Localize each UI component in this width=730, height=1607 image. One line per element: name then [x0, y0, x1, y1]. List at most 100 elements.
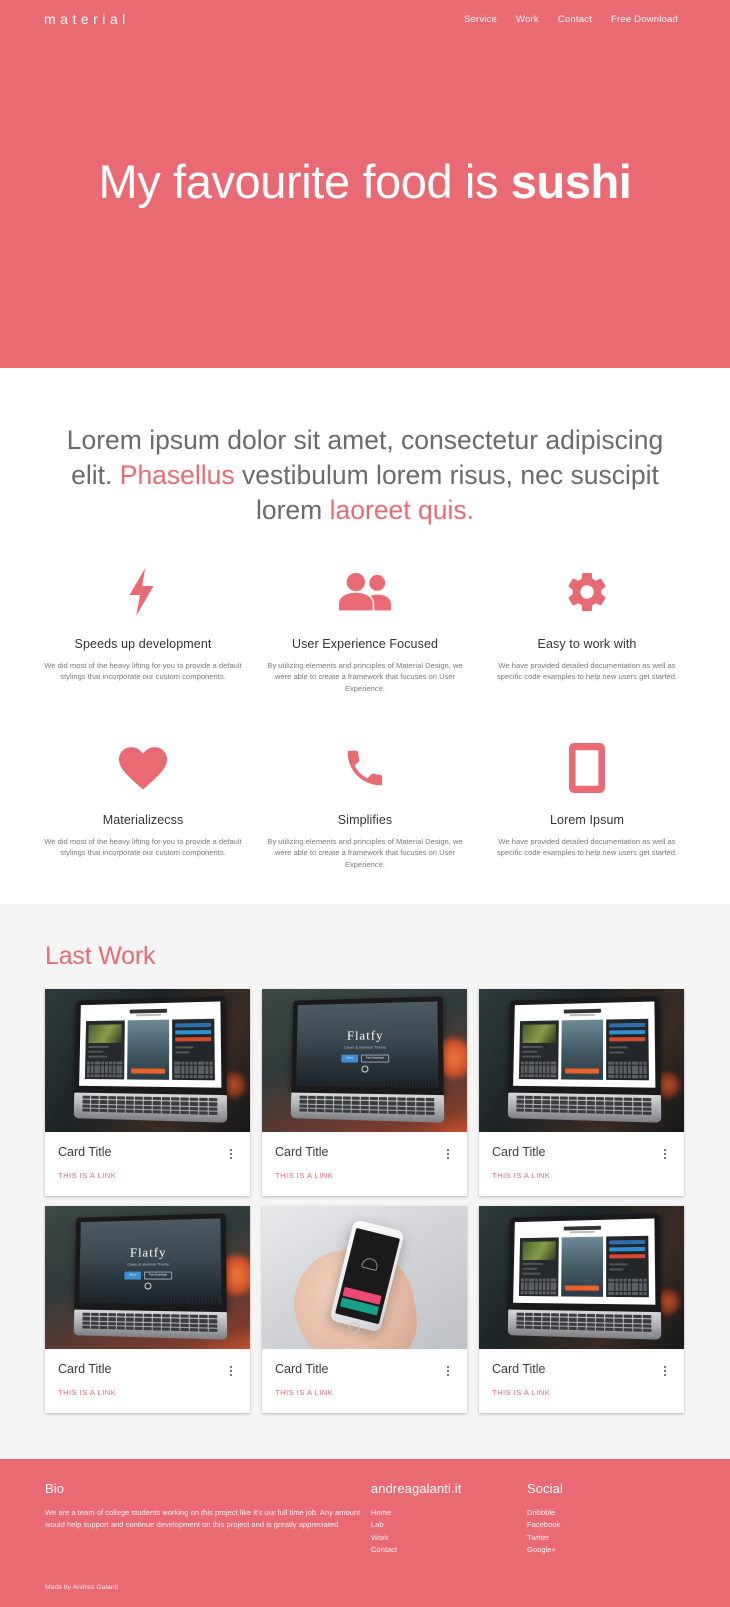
mock-columns: [518, 1018, 649, 1080]
skyline-silhouette: [385, 1079, 434, 1088]
card-content: Card Title THIS IS A LINK: [262, 1132, 467, 1196]
work-card[interactable]: Flatfy Clean & minimal Theme Demo Free D…: [45, 1206, 250, 1414]
work-card[interactable]: Card Title THIS IS A LINK: [45, 989, 250, 1197]
laptop-screen: [512, 1001, 655, 1088]
laptop-lid: Flatfy Clean & minimal Theme Demo Free D…: [73, 1212, 227, 1312]
feature-description: We have provided detailed documentation …: [496, 660, 678, 682]
heart-icon: [117, 742, 169, 794]
mock-button: [608, 1239, 645, 1245]
footer-link-home[interactable]: Home: [371, 1507, 527, 1519]
mock-title-bar: [563, 1008, 601, 1014]
features-section: Speeds up development We did most of the…: [0, 527, 730, 905]
flatfy-subtitle: Clean & minimal Theme: [343, 1044, 386, 1049]
card-title-row: Card Title: [492, 1145, 671, 1162]
nav-link-service[interactable]: Service: [464, 14, 497, 25]
footer-link-dribbble[interactable]: Dribbble: [527, 1507, 685, 1519]
work-card[interactable]: Flatfy Clean & minimal Theme Demo Free D…: [262, 989, 467, 1197]
mock-title-bar: [563, 1225, 601, 1231]
feature-row-1: Speeds up development We did most of the…: [36, 566, 694, 695]
nav-link-contact[interactable]: Contact: [558, 14, 592, 25]
card-title-row: Card Title: [58, 1145, 237, 1162]
footer-link-work[interactable]: Work: [371, 1532, 527, 1544]
mock-button: [174, 1022, 211, 1028]
card-link[interactable]: THIS IS A LINK: [58, 1171, 116, 1180]
feature-speeds-up-development: Speeds up development We did most of the…: [36, 566, 250, 695]
flatfy-demo-button: Demo: [124, 1270, 141, 1279]
more-vert-icon[interactable]: [225, 1146, 237, 1162]
screenapp-mockup: [512, 1001, 655, 1088]
mock-subtitle-bar: [135, 1013, 161, 1016]
card-link[interactable]: THIS IS A LINK: [58, 1388, 116, 1397]
feature-description: We did most of the heavy lifting for you…: [44, 836, 242, 858]
more-vert-icon[interactable]: [225, 1363, 237, 1379]
flatfy-buttons: Demo Free Download: [341, 1053, 389, 1062]
mock-column-2: [560, 1019, 603, 1080]
laptop-flatfy-artwork: Flatfy Clean & minimal Theme Demo Free D…: [262, 989, 467, 1133]
laptop-keyboard: [298, 1095, 434, 1115]
laptop-illustration: [507, 1212, 661, 1340]
mock-thumbnail: [87, 1023, 122, 1043]
card-image: [262, 1206, 467, 1350]
mock-line: [521, 1262, 543, 1265]
hero-title: My favourite food is sushi: [99, 156, 632, 208]
card-title-row: Card Title: [275, 1362, 454, 1379]
card-link[interactable]: THIS IS A LINK: [492, 1388, 550, 1397]
work-card-grid: Card Title THIS IS A LINK Flatfy Clean &…: [45, 989, 685, 1414]
card-link[interactable]: THIS IS A LINK: [492, 1171, 550, 1180]
feature-description: We did most of the heavy lifting for you…: [44, 660, 242, 682]
footer-link-contact[interactable]: Contact: [371, 1544, 527, 1556]
mock-column-1: [518, 1019, 559, 1079]
more-vert-icon[interactable]: [442, 1146, 454, 1162]
mock-line: [521, 1267, 537, 1269]
laptop-keyboard: [81, 1095, 217, 1115]
more-vert-icon[interactable]: [442, 1363, 454, 1379]
nav-link-work[interactable]: Work: [516, 14, 539, 25]
nav-link-free-download[interactable]: Free Download: [611, 14, 678, 25]
feature-user-experience-focused: User Experience Focused By utilizing ele…: [258, 566, 472, 695]
feature-description: By utilizing elements and principles of …: [267, 660, 463, 693]
laptop-keyboard: [515, 1095, 651, 1115]
mock-line: [87, 1050, 103, 1052]
footer-column-site: andreagalanti.it Home Lab Work Contact: [371, 1481, 527, 1556]
screenapp-mockup: [512, 1218, 655, 1305]
card-image: Flatfy Clean & minimal Theme Demo Free D…: [262, 989, 467, 1133]
footer-link-twitter[interactable]: Twitter: [527, 1532, 685, 1544]
mock-keyboard: [86, 1061, 123, 1077]
laptop-screen: [512, 1218, 655, 1305]
work-card[interactable]: Card Title THIS IS A LINK: [479, 1206, 684, 1414]
site-logo[interactable]: material: [44, 11, 130, 27]
hero-title-normal: My favourite food is: [98, 155, 511, 208]
flatfy-subtitle: Clean & minimal Theme: [126, 1261, 169, 1266]
mock-button: [608, 1029, 645, 1035]
work-card[interactable]: Card Title THIS IS A LINK: [479, 989, 684, 1197]
more-vert-icon[interactable]: [659, 1363, 671, 1379]
mock-line: [608, 1051, 623, 1053]
mock-column-3: [171, 1018, 215, 1080]
card-link[interactable]: THIS IS A LINK: [275, 1388, 333, 1397]
footer-link-lab[interactable]: Lab: [371, 1519, 527, 1531]
feature-easy-to-work-with: Easy to work with We have provided detai…: [480, 566, 694, 695]
footer-heading-site: andreagalanti.it: [370, 1481, 462, 1497]
landing-page: material Service Work Contact Free Downl…: [0, 0, 730, 1607]
flatfy-buttons: Demo Free Download: [124, 1270, 172, 1279]
mock-line: [174, 1045, 193, 1048]
footer-heading-bio: Bio: [45, 1481, 65, 1497]
feature-title: Lorem Ipsum: [549, 812, 625, 827]
laptop-screen: Flatfy Clean & minimal Theme Demo Free D…: [295, 1001, 438, 1088]
more-vert-icon[interactable]: [659, 1146, 671, 1162]
intro-paragraph: Lorem ipsum dolor sit amet, consectetur …: [45, 423, 685, 528]
mock-columns: [84, 1018, 215, 1080]
last-work-section: Last Work Card Title THIS IS A LINK Flat…: [0, 904, 730, 1460]
laptop-base: [73, 1309, 227, 1340]
feature-row-2: Materializecss We did most of the heavy …: [36, 742, 694, 871]
work-card[interactable]: Card Title THIS IS A LINK: [262, 1206, 467, 1414]
card-content: Card Title THIS IS A LINK: [262, 1349, 467, 1413]
mock-line: [608, 1045, 627, 1048]
laptop-screenapp-artwork: [45, 989, 250, 1133]
phone-call-icon: [342, 742, 388, 794]
mock-column-3: [605, 1018, 649, 1080]
footer-link-googleplus[interactable]: Google+: [527, 1544, 685, 1556]
footer-link-facebook[interactable]: Facebook: [527, 1519, 685, 1531]
card-link[interactable]: THIS IS A LINK: [275, 1171, 333, 1180]
card-image: [45, 989, 250, 1133]
